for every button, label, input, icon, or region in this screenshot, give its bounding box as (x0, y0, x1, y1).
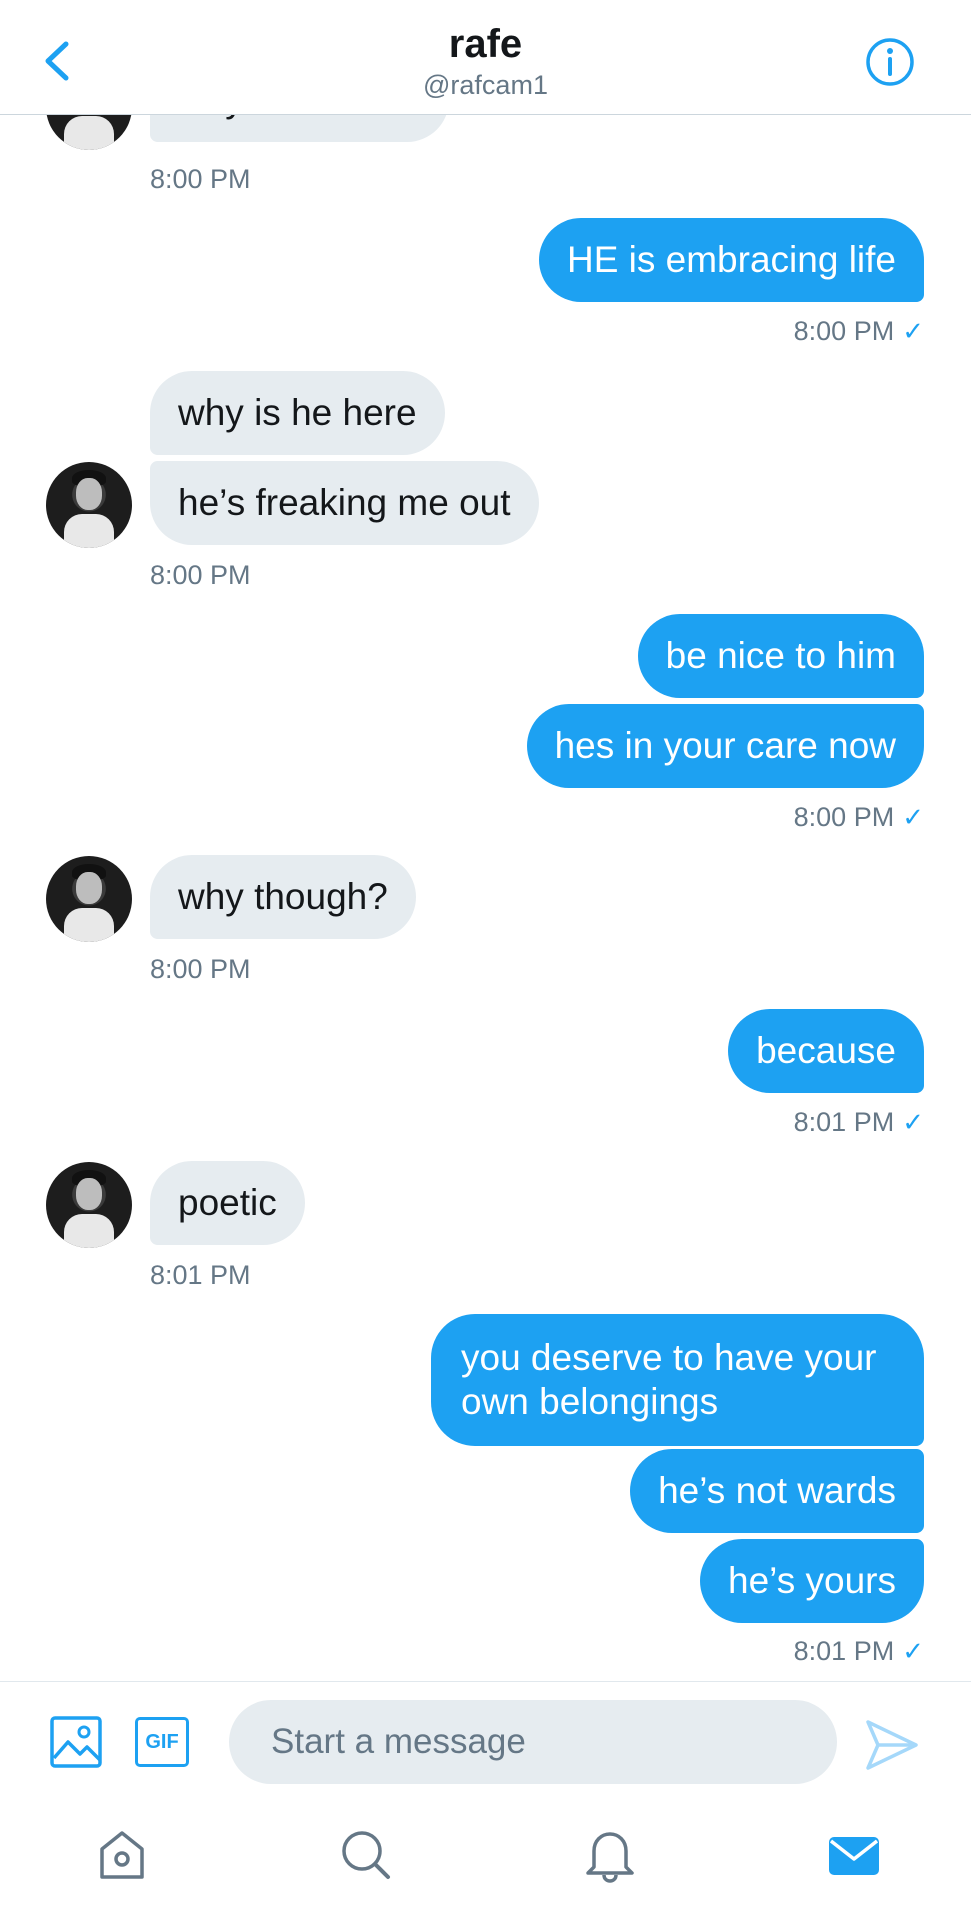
incoming-message[interactable]: why though? (150, 855, 416, 939)
outgoing-message[interactable]: he’s yours (700, 1539, 924, 1623)
avatar[interactable] (46, 462, 132, 548)
message-input[interactable] (229, 1700, 837, 1784)
timestamp-text: 8:01 PM (793, 1636, 895, 1666)
avatar[interactable] (46, 1162, 132, 1248)
info-icon (866, 38, 914, 86)
outgoing-message[interactable]: hes in your care now (526, 704, 924, 788)
avatar[interactable] (46, 856, 132, 942)
conversation-handle: @rafcam1 (423, 70, 548, 100)
send-icon (866, 1720, 918, 1770)
avatar[interactable] (46, 114, 132, 150)
outgoing-message[interactable]: he’s not wards (630, 1449, 924, 1533)
message-timestamp: 8:01 PM ✓ (794, 1636, 924, 1667)
message-timestamp: 8:00 PM ✓ (794, 316, 924, 347)
message-composer: GIF (0, 1681, 971, 1798)
tab-home[interactable] (94, 1827, 150, 1883)
search-icon (342, 1831, 390, 1879)
tab-messages[interactable] (826, 1827, 882, 1883)
outgoing-message[interactable]: because (728, 1009, 924, 1093)
outgoing-message[interactable]: be nice to him (637, 614, 924, 698)
tab-notifications[interactable] (582, 1827, 638, 1883)
home-icon (100, 1831, 144, 1879)
incoming-message[interactable]: why is he here (150, 371, 445, 455)
tab-search[interactable] (338, 1827, 394, 1883)
image-icon (50, 1716, 102, 1768)
messages-icon (829, 1837, 879, 1875)
timestamp-text: 8:00 PM (793, 316, 895, 346)
message-timestamp: 8:00 PM (150, 954, 251, 984)
message-timestamp: 8:00 PM ✓ (794, 802, 924, 833)
gif-button[interactable]: GIF (135, 1717, 189, 1767)
outgoing-message[interactable]: you deserve to have your own belongings (431, 1314, 924, 1446)
notifications-icon (586, 1832, 634, 1883)
send-button[interactable] (864, 1718, 920, 1772)
sent-check-icon: ✓ (902, 1636, 924, 1666)
info-button[interactable] (864, 36, 916, 88)
message-timestamp: 8:00 PM (150, 560, 251, 590)
timestamp-text: 8:00 PM (793, 802, 895, 832)
bottom-tab-bar (0, 1797, 971, 1920)
conversation-title[interactable]: rafe (0, 22, 971, 67)
message-timestamp: 8:01 PM (150, 1260, 251, 1290)
sent-check-icon: ✓ (902, 1107, 924, 1137)
conversation-header: rafe @rafcam1 (0, 0, 971, 115)
sent-check-icon: ✓ (902, 802, 924, 832)
message-timestamp: 8:00 PM (150, 164, 251, 194)
outgoing-message[interactable]: HE is embracing life (538, 218, 924, 302)
message-thread[interactable]: why is it naked 8:00 PM HE is embracing … (0, 114, 971, 1682)
timestamp-text: 8:01 PM (793, 1107, 895, 1137)
incoming-message[interactable]: poetic (150, 1161, 305, 1245)
message-timestamp: 8:01 PM ✓ (794, 1107, 924, 1138)
incoming-message[interactable]: he’s freaking me out (150, 461, 539, 545)
incoming-message[interactable]: why is it naked (150, 114, 449, 142)
media-button[interactable] (50, 1716, 102, 1768)
sent-check-icon: ✓ (902, 316, 924, 346)
